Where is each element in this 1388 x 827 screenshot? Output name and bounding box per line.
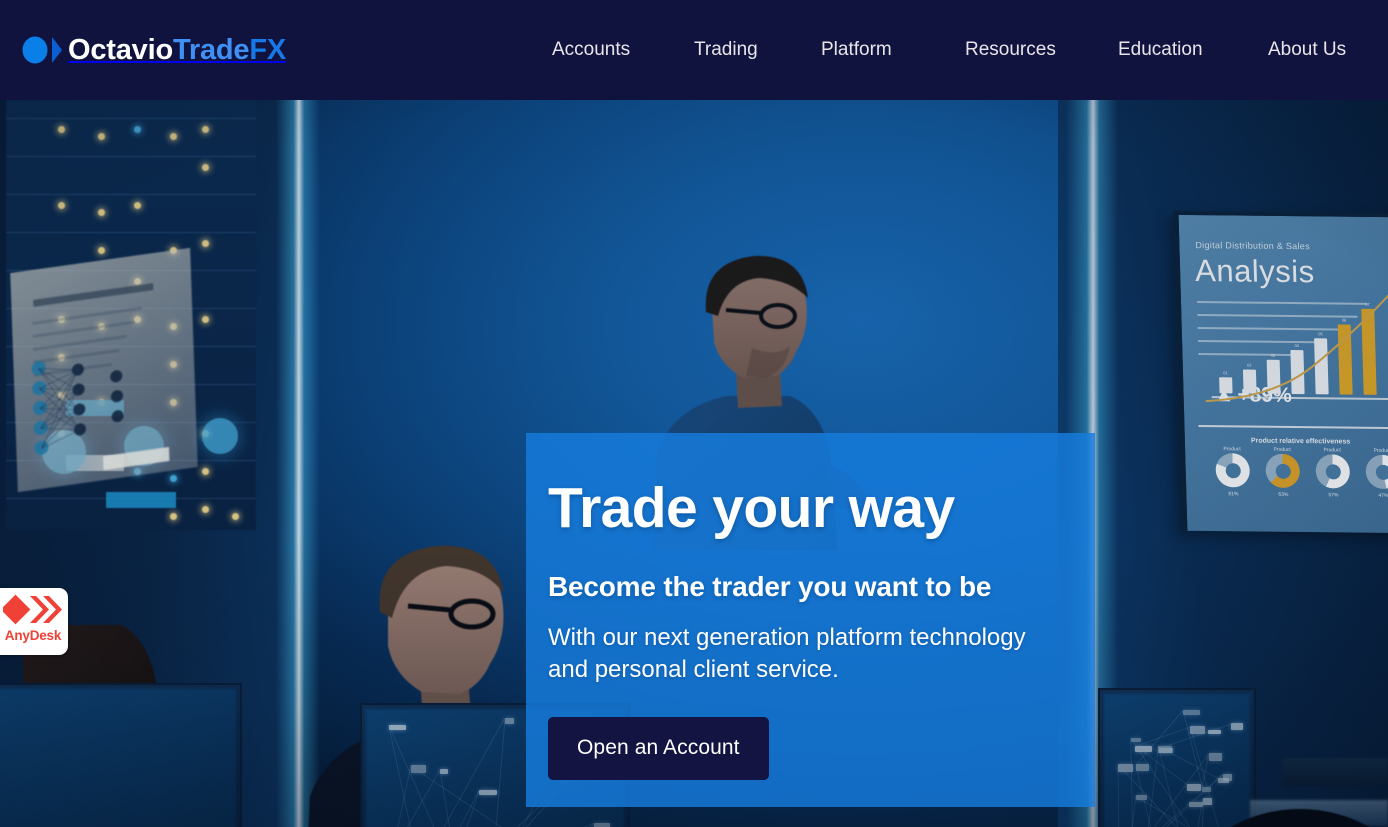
person-head-bottom-right-silhouette: [1180, 800, 1388, 827]
open-an-account-button[interactable]: Open an Account: [548, 717, 769, 780]
top-navigation-bar: OctavioTradeFX Accounts Trading Platform…: [0, 0, 1388, 100]
hero-body-text: With our next generation platform techno…: [548, 622, 1038, 685]
foreground-monitor-left: [0, 683, 242, 827]
brand-name-part2: Trade: [173, 34, 249, 66]
anydesk-watermark: AnyDesk: [0, 588, 68, 655]
brand-name-part1: Octavio: [68, 34, 173, 66]
page-root: OctavioTradeFX Accounts Trading Platform…: [0, 0, 1388, 827]
anydesk-label: AnyDesk: [5, 628, 61, 643]
hero-section: Digital Distribution & Sales Analysis ▲ +…: [0, 100, 1388, 827]
hero-title: Trade your way: [548, 479, 1095, 537]
octavio-circle-arrow-logo-icon: [10, 25, 62, 75]
neural-network-reflection-graphic: [10, 248, 198, 492]
brand-name-part3: FX: [249, 34, 286, 66]
keyboard-graphic: [1282, 758, 1388, 786]
hero-content-panel: Trade your way Become the trader you wan…: [526, 433, 1095, 807]
analysis-dashboard-screen: Digital Distribution & Sales Analysis ▲ +…: [1173, 211, 1388, 533]
main-menu: Accounts Trading Platform Resources Educ…: [520, 0, 1388, 100]
hero-subtitle: Become the trader you want to be: [548, 571, 1095, 603]
nav-item-trading[interactable]: Trading: [694, 39, 758, 61]
nav-item-resources[interactable]: Resources: [965, 39, 1056, 61]
dashboard-donut-section-title: Product relative effectiveness: [1251, 438, 1350, 446]
nav-item-about-us[interactable]: About Us: [1268, 39, 1346, 61]
brand-wordmark: OctavioTradeFX: [68, 36, 286, 65]
nav-item-platform[interactable]: Platform: [821, 39, 892, 61]
anydesk-diamond-chevron-icon: [3, 593, 63, 627]
nav-item-accounts[interactable]: Accounts: [552, 39, 630, 61]
dashboard-kicker: Digital Distribution & Sales: [1195, 240, 1310, 251]
dashboard-title: Analysis: [1195, 253, 1316, 290]
nav-item-education[interactable]: Education: [1118, 39, 1203, 61]
brand-logo-link[interactable]: OctavioTradeFX: [0, 25, 286, 75]
